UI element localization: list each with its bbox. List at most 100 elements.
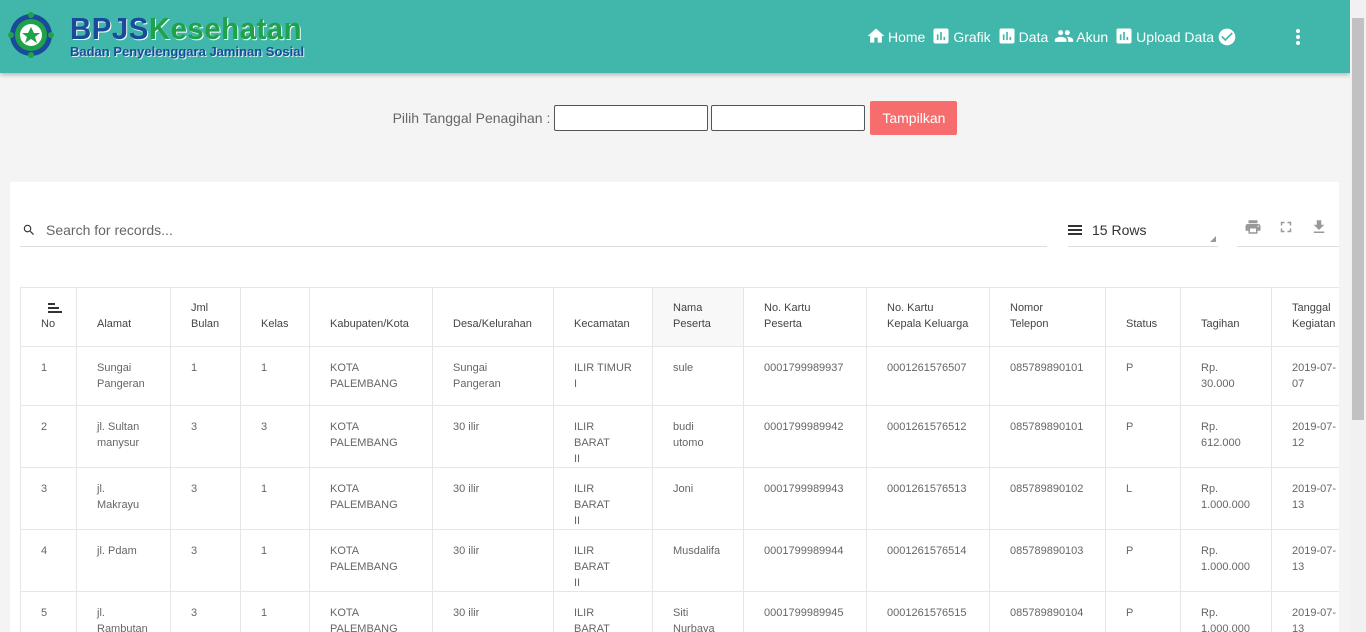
table-cell: ILIR TIMUR I [553, 346, 653, 406]
table-cell-text: Rp. [1201, 545, 1219, 557]
table-cell-text: 0001261576515 [887, 607, 967, 619]
table-cell: P [1105, 405, 1181, 468]
table-cell-text: 0001261576513 [887, 483, 967, 495]
column-header[interactable]: Nomor Telepon [989, 287, 1106, 347]
column-header[interactable]: Nama Peserta [652, 287, 744, 347]
table-cell: 3 [170, 591, 241, 632]
column-header-label: Kepala Keluarga [887, 318, 969, 330]
check-circle-icon[interactable] [1217, 27, 1237, 47]
table-cell: 0001261576514 [866, 529, 990, 592]
table-cell-text: P [1126, 607, 1134, 619]
column-header-label: Desa/Kelurahan [453, 318, 532, 330]
table-cell: jl. Sultan manysur [76, 405, 171, 468]
nav-home[interactable]: Home [866, 26, 925, 46]
table-cell: 085789890103 [989, 529, 1106, 592]
column-header[interactable]: Kabupaten/Kota [309, 287, 433, 347]
column-header[interactable]: Desa/Kelurahan [432, 287, 554, 347]
nav-akun[interactable]: Akun [1054, 26, 1108, 46]
table-cell: 085789890101 [989, 346, 1106, 406]
table-cell: 2019-07- 12 [1271, 405, 1339, 468]
table-cell-text: Joni [673, 483, 694, 495]
bpjs-logo[interactable]: BPJSKesehatan Badan Penyelenggara Jamina… [8, 12, 314, 58]
logo-text: BPJSKesehatan Badan Penyelenggara Jamina… [70, 13, 314, 58]
table-cell: ILIR BARAT II [553, 405, 653, 468]
table-cell-text: 5 [41, 607, 48, 619]
table-cell-text: 4 [41, 545, 48, 557]
nav-upload-data[interactable]: Upload Data [1114, 26, 1214, 46]
table-cell-text: Sungai [97, 362, 132, 374]
more-vert-icon[interactable] [1294, 28, 1302, 46]
sort-icon[interactable] [48, 303, 62, 313]
column-header-label: Bulan [191, 318, 220, 330]
table-cell: jl. Makrayu [76, 467, 171, 530]
scrollbar-thumb[interactable] [1352, 18, 1364, 420]
table-cell: 1 [20, 346, 77, 406]
table-cell-text: PALEMBANG [330, 623, 398, 632]
table-row[interactable]: 2 jl. Sultan manysur 3 3 KOTA PALEMBANG 30 ilir… [20, 405, 1339, 468]
records-table-wrapper: No Alamat Jml Bulan Kelas Kabupaten/Kota Desa/… [20, 287, 1339, 632]
download-icon[interactable] [1310, 218, 1328, 236]
fullscreen-icon[interactable] [1277, 218, 1295, 236]
table-cell-text: II [574, 453, 581, 465]
column-header-label: No [41, 318, 56, 330]
column-header[interactable]: Kecamatan [553, 287, 653, 347]
table-cell-text: 3 [191, 421, 198, 433]
table-cell-text: 30 ilir [453, 421, 480, 433]
column-header[interactable]: No [20, 287, 77, 347]
table-cell: P [1105, 529, 1181, 592]
table-row[interactable]: 1 Sungai Pangeran 1 1 KOTA PALEMBANG Sungai Pang… [20, 346, 1339, 406]
table-cell: 30 ilir [432, 591, 554, 632]
table-cell-text: KOTA [330, 545, 360, 557]
print-icon[interactable] [1244, 218, 1262, 236]
table-header-row: No Alamat Jml Bulan Kelas Kabupaten/Kota Desa/… [20, 287, 1339, 347]
table-cell: Joni [652, 467, 744, 530]
column-header[interactable]: Tagihan [1180, 287, 1272, 347]
column-header[interactable]: No. Kartu Peserta [743, 287, 867, 347]
column-header[interactable]: Alamat [76, 287, 171, 347]
column-header[interactable]: No. Kartu Kepala Keluarga [866, 287, 990, 347]
nav-home-label: Home [887, 29, 926, 45]
table-cell: Rp. 1.000.000 [1180, 529, 1272, 592]
search-input[interactable] [46, 222, 946, 238]
table-cell-text: ILIR BARAT [574, 607, 610, 632]
table-cell-text: KOTA [330, 607, 360, 619]
table-row[interactable]: 4 jl. Pdam 3 1 KOTA PALEMBANG 30 ilir ILIR BARA… [20, 529, 1339, 592]
table-cell: 3 [170, 529, 241, 592]
column-header[interactable]: Jml Bulan [170, 287, 241, 347]
nav-data[interactable]: Data [997, 26, 1048, 46]
end-date-input[interactable] [711, 105, 866, 131]
column-header-label: Kegiatan [1292, 318, 1336, 330]
table-cell-text: 07 [1292, 378, 1305, 390]
table-cell: jl. Rambutan [76, 591, 171, 632]
table-cell: Rp. 1.000.000 [1180, 467, 1272, 530]
bar-chart-icon [1116, 28, 1132, 44]
column-header-label: Nama [673, 302, 703, 314]
page-scrollbar[interactable] [1350, 0, 1366, 632]
table-cell-text: jl. Sultan [97, 421, 140, 433]
table-tools [1237, 214, 1339, 247]
table-cell-text: 2 [41, 421, 48, 433]
rows-per-page-select[interactable]: 15 Rows [1068, 214, 1218, 247]
table-cell-text: 2019-07- [1292, 545, 1337, 557]
table-cell: ILIR BARATII [553, 591, 653, 632]
column-header[interactable]: Tanggal Kegiatan [1271, 287, 1339, 347]
table-cell-text: jl. Pdam [97, 545, 137, 557]
table-cell: 30 ilir [432, 405, 554, 468]
table-cell-text: PALEMBANG [330, 499, 398, 511]
table-cell-text: ILIR BARAT [574, 421, 610, 449]
start-date-input[interactable] [554, 105, 709, 131]
table-row[interactable]: 3 jl. Makrayu 3 1 KOTA PALEMBANG 30 ilir ILIR BA… [20, 467, 1339, 530]
search-bar [20, 214, 1047, 247]
column-header[interactable]: Status [1105, 287, 1181, 347]
table-cell: Musdalifa [652, 529, 744, 592]
table-row[interactable]: 5 jl. Rambutan 3 1 KOTA PALEMBANG 30 ilir ILIR B… [20, 591, 1339, 632]
nav-grafik[interactable]: Grafik [931, 26, 991, 46]
table-cell-text: Pangeran [97, 378, 145, 390]
table-cell: KOTA PALEMBANG [309, 529, 433, 592]
column-header[interactable]: Kelas [240, 287, 310, 347]
table-cell-text: Makrayu [97, 499, 140, 511]
table-cell-text: Siti [673, 607, 689, 619]
show-button[interactable]: Tampilkan [870, 101, 958, 135]
table-cell: ILIR BARATII [553, 529, 653, 592]
column-header-label: Kabupaten/Kota [330, 318, 409, 330]
